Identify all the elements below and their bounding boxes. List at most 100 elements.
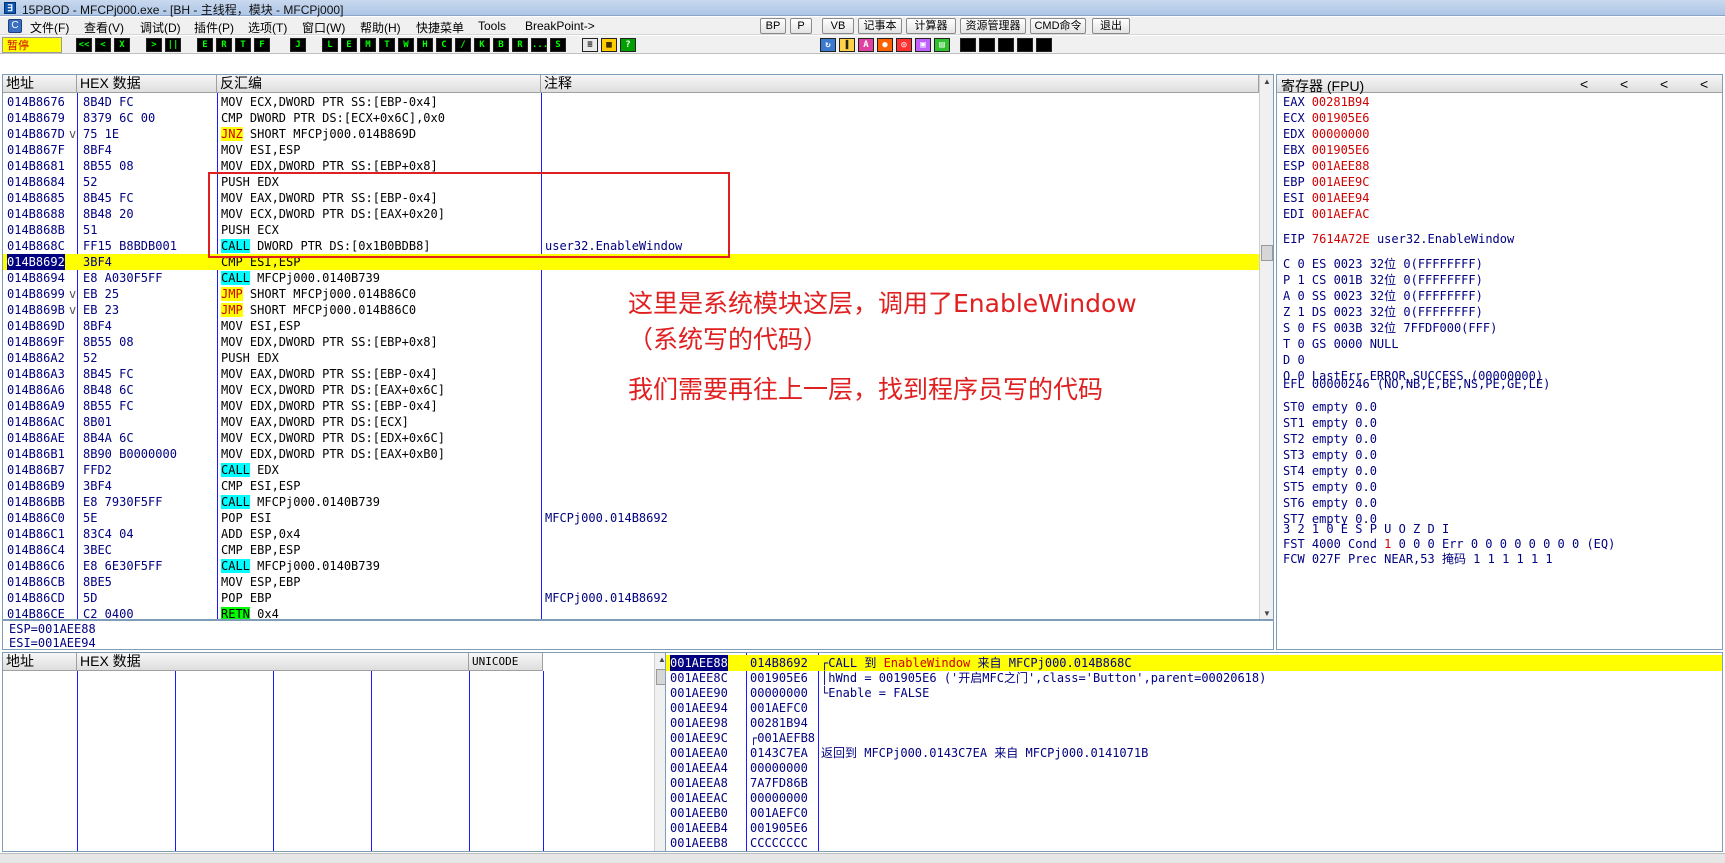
flag-line[interactable]: Z 1 DS 0023 32位 0(FFFFFFFF) — [1283, 305, 1483, 319]
disasm-row[interactable]: 014B86C0 5E POP ESI MFCPj000.014B8692 — [3, 510, 1259, 526]
register-edi[interactable]: EDI 001AEFAC — [1283, 207, 1369, 221]
menu-window[interactable]: 窗口(W) — [302, 19, 345, 36]
dump-header-unicode[interactable]: UNICODE — [469, 653, 543, 671]
run-icon[interactable]: > — [146, 38, 162, 52]
fpu-register[interactable]: ST1 empty 0.0 — [1283, 416, 1377, 430]
vb-button[interactable]: VB — [822, 18, 854, 34]
menu-help[interactable]: 帮助(H) — [360, 19, 401, 36]
disasm-row[interactable]: 014B8679 8379 6C 00 CMP DWORD PTR DS:[ECX+… — [3, 110, 1259, 126]
fpu-register[interactable]: ST5 empty 0.0 — [1283, 480, 1377, 494]
registers-pane[interactable]: 寄存器 (FPU) < < < < EAX 00281B94 ECX 001905E6… — [1276, 74, 1723, 650]
p-button[interactable]: P — [790, 18, 812, 34]
source-window-icon[interactable]: S — [550, 38, 566, 52]
col-header-comment[interactable]: 注释 — [541, 75, 1259, 93]
stack-row[interactable]: 001AEEAC 00000000 — [666, 790, 1722, 806]
menu-view[interactable]: 查看(V) — [84, 19, 124, 36]
menu-debug[interactable]: 调试(D) — [140, 19, 181, 36]
nav-arrow-icon[interactable]: < — [1660, 76, 1668, 92]
fpu-register[interactable]: ST4 empty 0.0 — [1283, 464, 1377, 478]
stack-row[interactable]: 001AEEB4 001905E6 — [666, 820, 1722, 836]
dump-header-address[interactable]: 地址 — [3, 653, 77, 671]
disasm-row[interactable]: 014B86B1 8B90 B0000000 MOV EDX,DWORD PTR D… — [3, 446, 1259, 462]
disasm-row[interactable]: 014B86CB 8BE5 MOV ESP,EBP — [3, 574, 1259, 590]
disasm-row[interactable]: 014B86CD 5D POP EBP MFCPj000.014B8692 — [3, 590, 1259, 606]
menu-shortcut[interactable]: 快捷菜单 — [416, 19, 464, 36]
stack-row[interactable]: 001AEEA8 7A7FD86B — [666, 775, 1722, 791]
cmd-button[interactable]: CMD命令 — [1030, 18, 1086, 34]
disasm-row[interactable]: 014B867F 8BF4 MOV ESI,ESP — [3, 142, 1259, 158]
plugin-icon-8[interactable] — [979, 38, 995, 52]
register-ecx[interactable]: ECX 001905E6 — [1283, 111, 1369, 125]
disasm-row[interactable]: 014B86C1 83C4 04 ADD ESP,0x4 — [3, 526, 1259, 542]
stack-row[interactable]: 001AEE88 014B8692 ┌CALL 到 EnableWindow 来自 … — [666, 655, 1722, 671]
efl-register[interactable]: EFL 00000246 (NO,NB,E,BE,NS,PE,GE,LE) — [1283, 377, 1550, 391]
step-over-icon[interactable]: R — [216, 38, 232, 52]
step-into-icon[interactable]: E — [197, 38, 213, 52]
fpu-register[interactable]: ST6 empty 0.0 — [1283, 496, 1377, 510]
plugin-icon-1[interactable]: ∥ — [839, 38, 855, 52]
handles-window-icon[interactable]: H — [417, 38, 433, 52]
trace-over-icon[interactable]: F — [254, 38, 270, 52]
stack-row[interactable]: 001AEEB8 CCCCCCCC — [666, 835, 1722, 851]
disasm-scrollbar[interactable]: ▲ ▼ — [1259, 75, 1273, 619]
references-window-icon[interactable]: R — [512, 38, 528, 52]
threads-window-icon[interactable]: T — [379, 38, 395, 52]
fst-register[interactable]: FST 4000 Cond 1 0 0 0 Err 0 0 0 0 0 0 0 … — [1283, 537, 1615, 551]
pause-icon[interactable]: || — [165, 38, 181, 52]
close-process-icon[interactable]: X — [114, 38, 130, 52]
memory-window-icon[interactable]: M — [360, 38, 376, 52]
disasm-row[interactable]: 014B86C6 E8 6E30F5FF CALL MFCPj000.0140B73… — [3, 558, 1259, 574]
disasm-row[interactable]: 014B867D v 75 1E JNZ SHORT MFCPj000.014B869… — [3, 126, 1259, 142]
execute-till-return-icon[interactable]: J — [290, 38, 306, 52]
fcw-register[interactable]: FCW 027F Prec NEAR,53 掩码 1 1 1 1 1 1 — [1283, 552, 1553, 566]
patches-window-icon[interactable]: / — [455, 38, 471, 52]
fpu-register[interactable]: ST0 empty 0.0 — [1283, 400, 1377, 414]
trace-into-icon[interactable]: T — [235, 38, 251, 52]
scroll-up-icon[interactable]: ▲ — [1260, 75, 1273, 89]
col-header-address[interactable]: 地址 — [3, 75, 77, 93]
stack-row[interactable]: 001AEE8C 001905E6 │hWnd = 001905E6 ('开启MFC… — [666, 670, 1722, 686]
scroll-down-icon[interactable]: ▼ — [1260, 607, 1273, 619]
col-header-disasm[interactable]: 反汇编 — [217, 75, 541, 93]
stack-row[interactable]: 001AEE98 00281B94 — [666, 715, 1722, 731]
nav-arrow-icon[interactable]: < — [1700, 76, 1708, 92]
fpu-register[interactable]: ST2 empty 0.0 — [1283, 432, 1377, 446]
modules-window-icon[interactable]: E — [341, 38, 357, 52]
menu-tools[interactable]: Tools — [478, 19, 506, 33]
disasm-row[interactable]: 014B86AC 8B01 MOV EAX,DWORD PTR DS:[ECX] — [3, 414, 1259, 430]
stack-row[interactable]: 001AEEA4 00000000 — [666, 760, 1722, 776]
disasm-row[interactable]: 014B86B9 3BF4 CMP ESI,ESP — [3, 478, 1259, 494]
nav-arrow-icon[interactable]: < — [1620, 76, 1628, 92]
stack-row[interactable]: 001AEE90 00000000 └Enable = FALSE — [666, 685, 1722, 701]
stack-row[interactable]: 001AEE94 001AEFC0 — [666, 700, 1722, 716]
scroll-thumb[interactable] — [1261, 245, 1273, 261]
flag-line[interactable]: P 1 CS 001B 32位 0(FFFFFFFF) — [1283, 273, 1483, 287]
menu-plugins[interactable]: 插件(P) — [194, 19, 234, 36]
register-esp[interactable]: ESP 001AEE88 — [1283, 159, 1369, 173]
disasm-row[interactable]: 014B8676 8B4D FC MOV ECX,DWORD PTR SS:[EBP… — [3, 94, 1259, 110]
stack-row[interactable]: 001AEE9C ┌001AEFB8 — [666, 730, 1722, 746]
help-icon[interactable]: ? — [620, 38, 636, 52]
system-menu-icon[interactable]: C — [8, 19, 22, 33]
explorer-button[interactable]: 资源管理器 — [960, 18, 1026, 34]
flag-line[interactable]: S 0 FS 003B 32位 7FFDF000(FFF) — [1283, 321, 1497, 335]
windows-window-icon[interactable]: W — [398, 38, 414, 52]
plugin-icon-3[interactable]: ● — [877, 38, 893, 52]
flag-line[interactable]: D 0 — [1283, 353, 1305, 367]
register-edx[interactable]: EDX 00000000 — [1283, 127, 1369, 141]
run-trace-icon[interactable]: ... — [531, 38, 548, 52]
disasm-row[interactable]: 014B86CE C2 0400 RETN 0x4 — [3, 606, 1259, 619]
call-stack-icon[interactable]: K — [474, 38, 490, 52]
menu-options[interactable]: 选项(T) — [248, 19, 287, 36]
list-icon[interactable]: ≡ — [582, 38, 598, 52]
disasm-row[interactable]: 014B86BB E8 7930F5FF CALL MFCPj000.0140B73… — [3, 494, 1259, 510]
plugin-icon-6[interactable]: ▤ — [934, 38, 950, 52]
plugin-icon-11[interactable] — [1036, 38, 1052, 52]
fpu-register[interactable]: ST3 empty 0.0 — [1283, 448, 1377, 462]
register-ebx[interactable]: EBX 001905E6 — [1283, 143, 1369, 157]
stack-row[interactable]: 001AEEA0 0143C7EA 返回到 MFCPj000.0143C7EA 来自… — [666, 745, 1722, 761]
nav-arrow-icon[interactable]: < — [1580, 76, 1588, 92]
flag-line[interactable]: C 0 ES 0023 32位 0(FFFFFFFF) — [1283, 257, 1483, 271]
col-header-hex[interactable]: HEX 数据 — [77, 75, 217, 93]
flag-line[interactable]: A 0 SS 0023 32位 0(FFFFFFFF) — [1283, 289, 1483, 303]
